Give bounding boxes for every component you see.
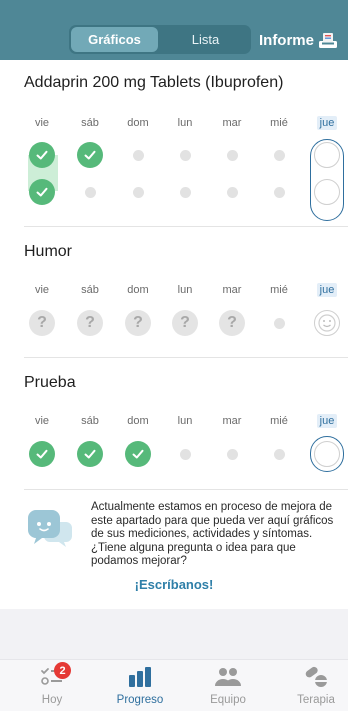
- day-label: mar: [222, 284, 242, 296]
- day-label: jue: [307, 414, 347, 428]
- section-title-prueba: Prueba: [24, 374, 76, 391]
- tab-lista[interactable]: Lista: [162, 27, 249, 52]
- checkmark-icon: [84, 449, 96, 459]
- day-label: mié: [270, 117, 288, 129]
- empty-day-dot: [219, 142, 245, 168]
- taken-check[interactable]: [29, 179, 55, 205]
- notification-badge: 2: [54, 662, 71, 679]
- tab-label: Terapia: [297, 694, 335, 706]
- tab-progreso[interactable]: Progreso: [100, 664, 180, 706]
- tab-terapia[interactable]: Terapia: [276, 664, 348, 706]
- section-title-humor: Humor: [24, 243, 73, 260]
- day-label: mié: [270, 415, 288, 427]
- info-message: Actualmente estamos en proceso de mejora…: [91, 501, 334, 567]
- unrated-question-icon[interactable]: ?: [77, 310, 103, 336]
- day-label: jue: [307, 283, 347, 297]
- tab-hoy[interactable]: 2 Hoy: [12, 662, 92, 706]
- day-header-row: vie sáb dom lun mar mié jue: [0, 414, 348, 431]
- checkmark-icon: [132, 449, 144, 459]
- day-label: mar: [222, 415, 242, 427]
- report-button[interactable]: Informe: [259, 29, 338, 51]
- view-toggle: Gráficos Lista: [69, 25, 251, 54]
- taken-check[interactable]: [29, 441, 55, 467]
- empty-day-dot: [172, 441, 198, 467]
- day-label: sáb: [81, 284, 99, 296]
- divider: [24, 489, 348, 490]
- day-label: vie: [34, 284, 50, 296]
- tab-label: Hoy: [41, 694, 63, 706]
- content-footer-space: [0, 609, 348, 659]
- tab-equipo[interactable]: Equipo: [188, 664, 268, 706]
- report-label: Informe: [258, 31, 314, 49]
- mood-entry-button[interactable]: [314, 310, 340, 336]
- divider: [24, 226, 348, 227]
- day-label: jue: [307, 116, 347, 130]
- day-label: lun: [177, 415, 193, 427]
- today-entry-button[interactable]: [314, 441, 340, 467]
- day-label: sáb: [81, 117, 99, 129]
- smiley-icon: [318, 314, 336, 332]
- bar-chart-icon: [129, 667, 151, 687]
- checkmark-icon: [36, 150, 48, 160]
- unrated-question-icon[interactable]: ?: [125, 310, 151, 336]
- report-tray-icon: [319, 33, 337, 48]
- empty-day-dot: [77, 179, 103, 205]
- day-label: sáb: [81, 415, 99, 427]
- day-label: dom: [127, 117, 149, 129]
- empty-day-dot: [125, 179, 151, 205]
- day-label: vie: [34, 117, 50, 129]
- contact-link[interactable]: ¡Escríbanos!: [0, 577, 348, 592]
- empty-day-dot: [266, 310, 292, 336]
- taken-check[interactable]: [77, 142, 103, 168]
- empty-day-dot: [219, 441, 245, 467]
- today-entry-button[interactable]: [314, 179, 340, 205]
- day-header-row: vie sáb dom lun mar mié jue: [0, 283, 348, 300]
- checkmark-icon: [84, 150, 96, 160]
- tab-label: Progreso: [116, 694, 164, 706]
- today-entry-button[interactable]: [314, 142, 340, 168]
- day-label: dom: [127, 284, 149, 296]
- pills-icon: [305, 666, 327, 687]
- people-icon: [215, 668, 241, 686]
- checkmark-icon: [36, 449, 48, 459]
- empty-day-dot: [172, 179, 198, 205]
- bottom-tab-bar: 2 Hoy Progreso Equipo Terapia: [0, 659, 348, 711]
- empty-day-dot: [266, 441, 292, 467]
- day-label: lun: [177, 284, 193, 296]
- unrated-question-icon[interactable]: ?: [29, 310, 55, 336]
- day-header-row: vie sáb dom lun mar mié jue: [0, 116, 348, 133]
- empty-day-dot: [266, 179, 292, 205]
- taken-check[interactable]: [77, 441, 103, 467]
- taken-check[interactable]: [29, 142, 55, 168]
- unrated-question-icon[interactable]: ?: [219, 310, 245, 336]
- unrated-question-icon[interactable]: ?: [172, 310, 198, 336]
- empty-day-dot: [125, 142, 151, 168]
- top-header: Gráficos Lista Informe: [0, 0, 348, 60]
- chat-bubbles-icon: [28, 510, 72, 547]
- empty-day-dot: [219, 179, 245, 205]
- taken-check[interactable]: [125, 441, 151, 467]
- day-label: mar: [222, 117, 242, 129]
- checkmark-icon: [36, 187, 48, 197]
- day-label: dom: [127, 415, 149, 427]
- divider: [24, 357, 348, 358]
- empty-day-dot: [266, 142, 292, 168]
- day-label: mié: [270, 284, 288, 296]
- tab-graficos[interactable]: Gráficos: [71, 27, 158, 52]
- day-label: lun: [177, 117, 193, 129]
- day-label: vie: [34, 415, 50, 427]
- empty-day-dot: [172, 142, 198, 168]
- tab-label: Equipo: [210, 694, 246, 706]
- section-title-medication: Addaprin 200 mg Tablets (Ibuprofen): [24, 74, 284, 91]
